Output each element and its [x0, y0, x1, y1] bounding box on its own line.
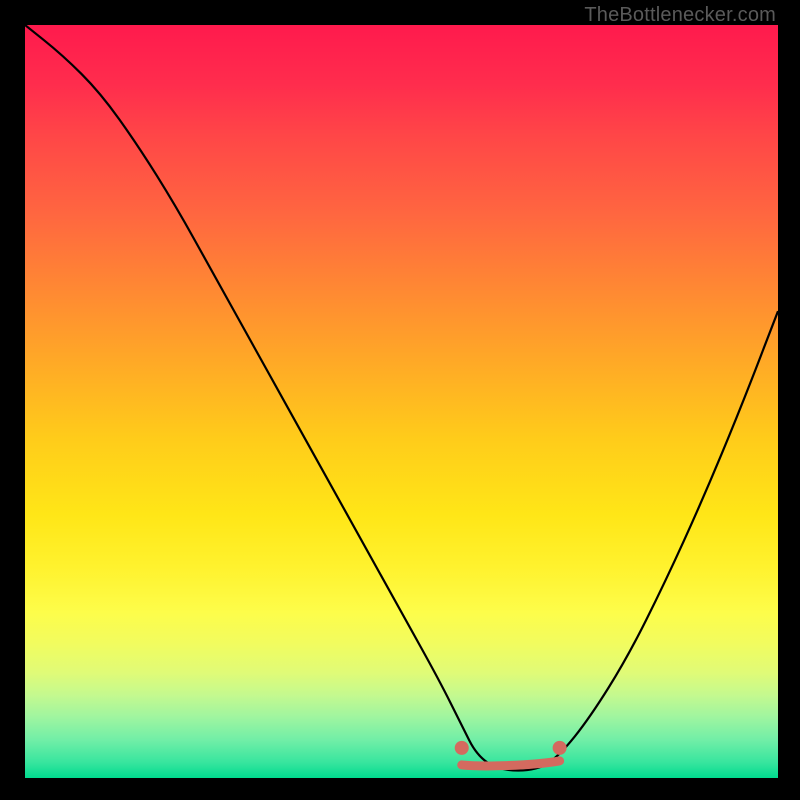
- chart-curve-layer: [25, 25, 778, 778]
- chart-outer-frame: TheBottlenecker.com: [0, 0, 800, 800]
- watermark-text: TheBottlenecker.com: [584, 4, 776, 27]
- optimal-region-start-dot: [455, 741, 469, 755]
- optimal-flat-region: [462, 761, 560, 766]
- bottleneck-curve: [25, 25, 778, 770]
- optimal-region-end-dot: [553, 741, 567, 755]
